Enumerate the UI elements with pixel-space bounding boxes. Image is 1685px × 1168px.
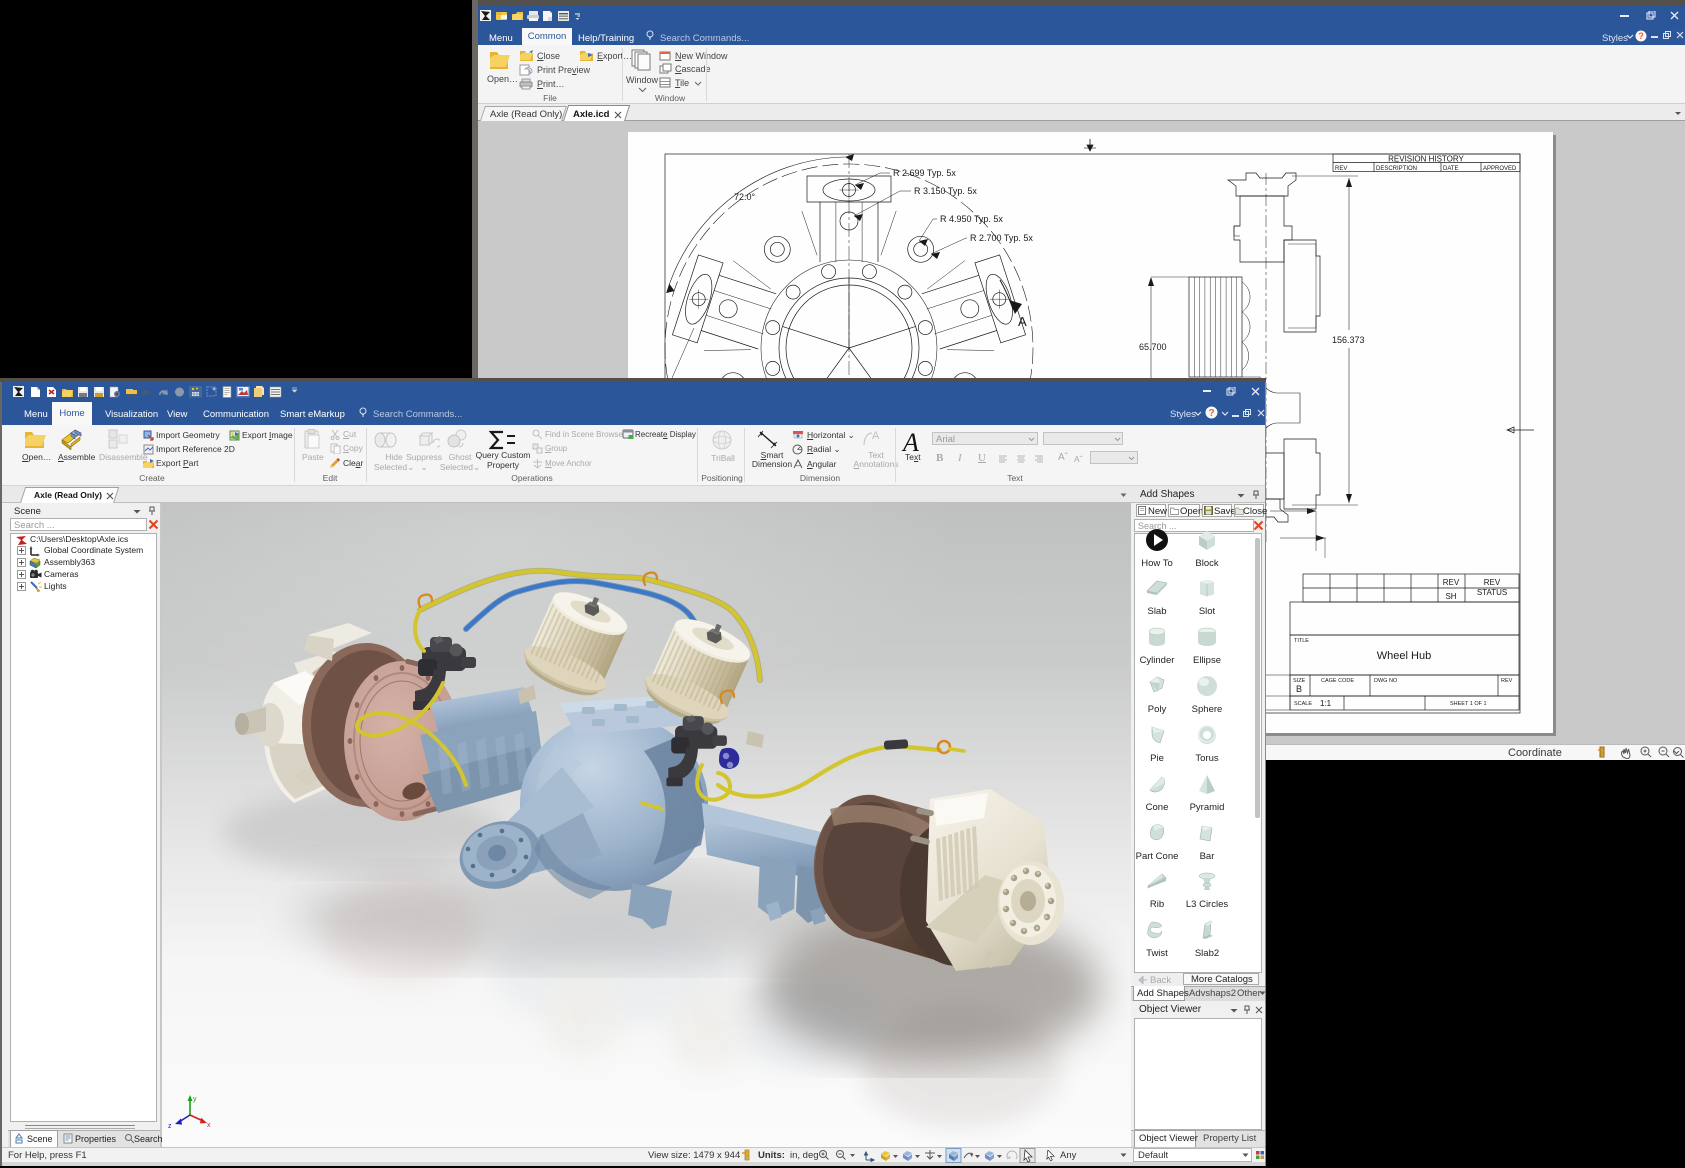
svg-text:x: x xyxy=(207,1122,211,1129)
svg-text:A: A xyxy=(872,430,880,442)
svg-text:z: z xyxy=(168,1123,172,1130)
svg-text:y: y xyxy=(193,1096,197,1103)
svg-text:?: ? xyxy=(1208,408,1214,419)
